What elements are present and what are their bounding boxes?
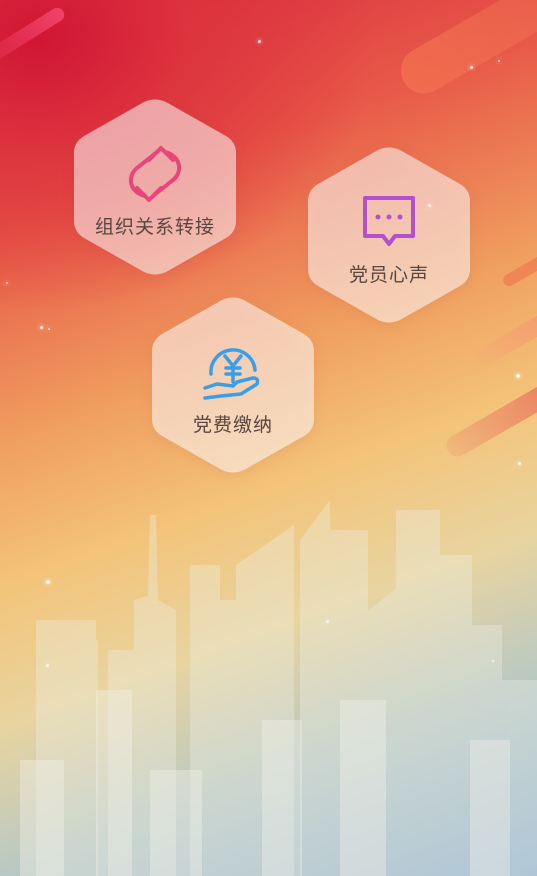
org-transfer-label: 组织关系转接	[94, 216, 215, 238]
decorative-streak	[471, 308, 537, 370]
party-fee-label: 党费缴纳	[192, 414, 273, 436]
party-voice-button[interactable]: 党员心声	[308, 146, 470, 324]
transfer-arrows-icon	[123, 142, 187, 206]
sparkle	[516, 374, 520, 378]
sparkle	[46, 664, 49, 667]
sparkle	[492, 660, 494, 662]
sparkle	[258, 40, 261, 43]
sparkle	[48, 328, 50, 330]
sparkle	[498, 60, 500, 62]
sparkle	[6, 282, 8, 284]
decorative-streak	[442, 381, 537, 461]
app-screen: 组织关系转接 党员心声 党费缴纳	[0, 0, 537, 876]
party-voice-label: 党员心声	[348, 264, 429, 286]
yuan-coin-hand-icon	[201, 340, 265, 404]
sparkle	[46, 580, 50, 584]
sparkle	[518, 462, 521, 465]
org-transfer-button[interactable]: 组织关系转接	[74, 98, 236, 276]
sparkle	[326, 620, 329, 623]
party-fee-button[interactable]: 党费缴纳	[152, 296, 314, 474]
decorative-streak	[392, 0, 537, 102]
message-bubble-icon	[357, 190, 421, 254]
decorative-streak	[501, 247, 537, 289]
decorative-streak	[0, 5, 67, 65]
sparkle	[470, 66, 473, 69]
sparkle	[40, 326, 43, 329]
